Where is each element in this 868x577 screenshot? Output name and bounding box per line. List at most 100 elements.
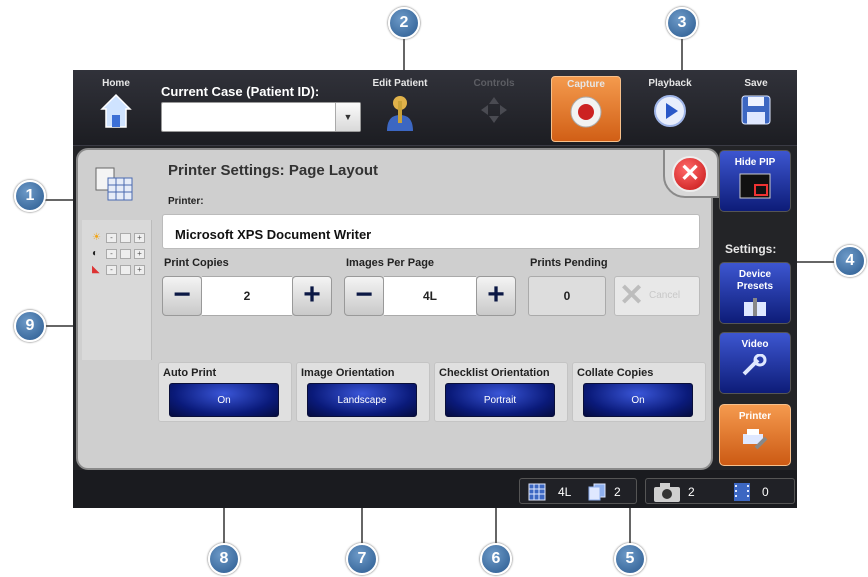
- record-icon: [570, 96, 602, 128]
- checklist-orientation-toggle[interactable]: Portrait: [445, 383, 555, 417]
- auto-print-label: Auto Print: [163, 367, 217, 379]
- callout-9: 9: [14, 310, 46, 342]
- capture-button[interactable]: Capture: [551, 76, 621, 142]
- media-count-status: 2 0: [645, 478, 795, 504]
- brightness-plus-button[interactable]: +: [134, 233, 145, 243]
- film-icon: [734, 483, 750, 501]
- print-copies-label: Print Copies: [164, 257, 229, 269]
- device-presets-button[interactable]: Device Presets: [719, 262, 791, 324]
- home-label: Home: [102, 78, 130, 89]
- settings-area: Printer Settings: Page Layout Printer: M…: [156, 150, 711, 326]
- grid-icon: [528, 483, 546, 501]
- save-label: Save: [744, 78, 768, 89]
- prints-pending-label: Prints Pending: [530, 257, 608, 269]
- callout-8: 8: [208, 543, 240, 575]
- camera-icon: [654, 483, 680, 502]
- video-wrench-icon: [742, 354, 767, 376]
- brightness-minus-button[interactable]: -: [106, 233, 117, 243]
- copies-value: 2: [202, 276, 292, 316]
- contrast-icon: ◐: [92, 248, 99, 259]
- play-icon: [654, 95, 686, 127]
- printer-wrench-icon: [743, 429, 768, 450]
- top-nav-bar: Home Current Case (Patient ID): ▼ Edit P…: [73, 70, 797, 146]
- video-button[interactable]: Video: [719, 332, 791, 394]
- callout-6: 6: [480, 543, 512, 575]
- cancel-x-icon: ✕: [619, 279, 645, 312]
- checklist-orientation-card: Checklist Orientation Portrait: [434, 362, 568, 422]
- layout-status-value: 4L: [558, 485, 572, 499]
- cancel-print-button[interactable]: ✕ Cancel: [614, 276, 700, 316]
- device-presets-label: Device Presets: [736, 269, 774, 292]
- collate-copies-label: Collate Copies: [577, 367, 654, 379]
- auto-print-card: Auto Print On: [158, 362, 292, 422]
- brightness-slider[interactable]: [120, 233, 131, 243]
- directional-arrows-icon: [481, 97, 507, 123]
- collate-copies-card: Collate Copies On: [572, 362, 706, 422]
- print-copies-stepper: − 2 +: [162, 276, 332, 316]
- callout-1: 1: [14, 180, 46, 212]
- images-per-page-stepper: − 4L +: [344, 276, 516, 316]
- page-layout-tab[interactable]: [94, 166, 134, 207]
- copies-icon: [588, 483, 606, 501]
- page-layout-icon: [95, 167, 133, 201]
- copies-plus-button[interactable]: +: [292, 276, 332, 316]
- printer-select[interactable]: Microsoft XPS Document Writer: [162, 214, 700, 249]
- callout-7: 7: [346, 543, 378, 575]
- print-layout-status: 4L 2: [519, 478, 637, 504]
- auto-print-toggle[interactable]: On: [169, 383, 279, 417]
- image-orientation-label: Image Orientation: [301, 367, 395, 379]
- case-dropdown-button[interactable]: ▼: [335, 103, 360, 131]
- contrast-slider[interactable]: [120, 249, 131, 259]
- brightness-icon: ☀: [92, 232, 101, 243]
- callout-2: 2: [388, 7, 420, 39]
- callout-4: 4: [834, 245, 866, 277]
- printer-settings-button[interactable]: Printer: [719, 404, 791, 466]
- home-button[interactable]: Home: [81, 76, 151, 142]
- images-per-page-label: Images Per Page: [346, 257, 435, 269]
- contrast-plus-button[interactable]: +: [134, 249, 145, 259]
- checklist-orientation-label: Checklist Orientation: [439, 367, 550, 379]
- printer-label: Printer:: [168, 196, 204, 207]
- copies-minus-button[interactable]: −: [162, 276, 202, 316]
- image-adjust-tab[interactable]: ☀ - + ◐ - + ◣ - +: [82, 220, 152, 360]
- edit-patient-button[interactable]: Edit Patient: [365, 76, 435, 142]
- controls-button[interactable]: Controls: [459, 76, 529, 142]
- save-button[interactable]: Save: [721, 76, 791, 142]
- contrast-row: ◐ - +: [92, 248, 150, 260]
- home-icon: [100, 93, 132, 128]
- color-plus-button[interactable]: +: [134, 265, 145, 275]
- images-plus-button[interactable]: +: [476, 276, 516, 316]
- case-id-field[interactable]: [161, 102, 361, 132]
- close-panel-button[interactable]: ✕: [663, 148, 719, 198]
- color-icon: ◣: [92, 264, 100, 275]
- video-label: Video: [741, 339, 769, 350]
- status-bar: 4L 2 2 0: [73, 470, 797, 508]
- callout-3: 3: [666, 7, 698, 39]
- floppy-disk-icon: [741, 95, 771, 125]
- playback-label: Playback: [648, 78, 692, 89]
- hide-pip-label: Hide PIP: [734, 157, 776, 168]
- page-title: Printer Settings: Page Layout: [168, 162, 379, 179]
- settings-label: Settings:: [725, 242, 777, 256]
- cancel-label: Cancel: [649, 290, 681, 301]
- color-minus-button[interactable]: -: [106, 265, 117, 275]
- color-row: ◣ - +: [92, 264, 150, 276]
- hide-pip-button[interactable]: Hide PIP: [719, 150, 791, 212]
- image-orientation-toggle[interactable]: Landscape: [307, 383, 417, 417]
- printer-settings-panel: ☀ - + ◐ - + ◣ - + Printer Settings: Page…: [76, 148, 719, 470]
- device-presets-icon: [744, 298, 766, 316]
- collate-copies-toggle[interactable]: On: [583, 383, 693, 417]
- app-window: Home Current Case (Patient ID): ▼ Edit P…: [73, 70, 797, 508]
- patient-icon: [387, 96, 413, 131]
- brightness-row: ☀ - +: [92, 232, 150, 244]
- case-id-label: Current Case (Patient ID):: [161, 84, 320, 99]
- pip-icon: [739, 173, 771, 199]
- close-icon: ✕: [672, 156, 708, 192]
- contrast-minus-button[interactable]: -: [106, 249, 117, 259]
- playback-button[interactable]: Playback: [635, 76, 705, 142]
- color-slider[interactable]: [120, 265, 131, 275]
- prints-pending-value: 0: [528, 276, 606, 316]
- image-orientation-card: Image Orientation Landscape: [296, 362, 430, 422]
- edit-patient-label: Edit Patient: [372, 78, 428, 89]
- images-minus-button[interactable]: −: [344, 276, 384, 316]
